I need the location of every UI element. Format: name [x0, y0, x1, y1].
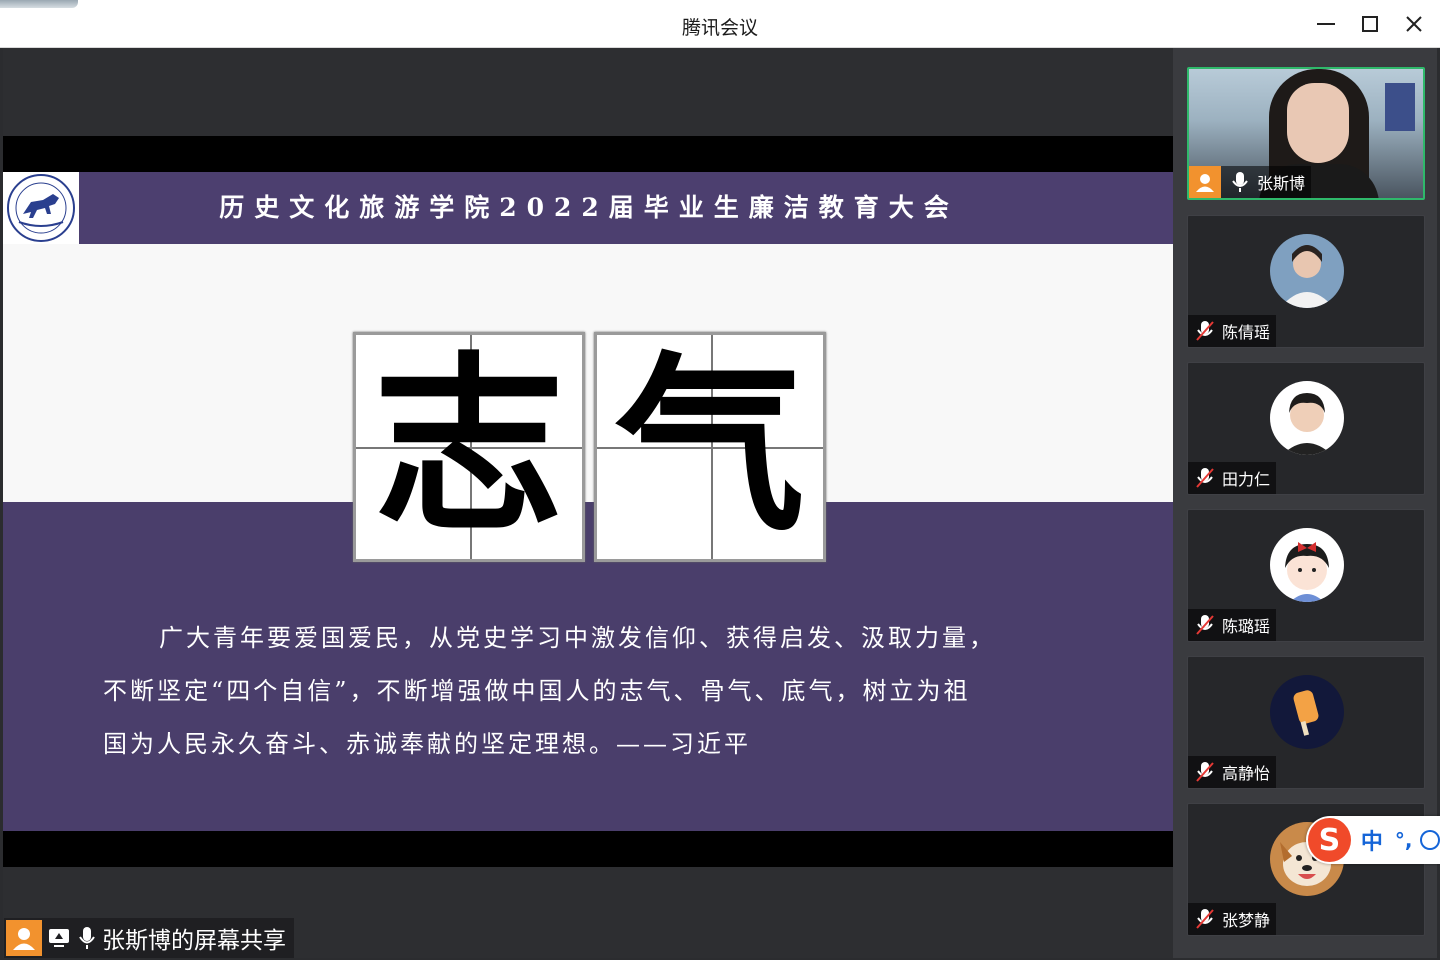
- participant-name-tag: 高静怡: [1188, 756, 1277, 788]
- presentation-slide: 历史文化旅游学院2022届毕业生廉洁教育大会 志 气 广大青年要爱国爱民，从党史…: [3, 136, 1173, 867]
- participant-name-tag: 张斯博: [1189, 166, 1312, 198]
- participant-name: 田力仁: [1222, 470, 1271, 489]
- microphone-muted-icon: [1194, 614, 1216, 636]
- participant-tile[interactable]: 高静怡: [1187, 656, 1425, 789]
- participant-name: 张斯博: [1257, 174, 1306, 193]
- shared-screen-area: 历史文化旅游学院2022届毕业生廉洁教育大会 志 气 广大青年要爱国爱民，从党史…: [3, 48, 1173, 958]
- quote-line: 不断坚定“四个自信”，不断增强做中国人的志气、骨气、底气，树立为祖: [103, 677, 971, 705]
- ime-language-toggle[interactable]: 中: [1361, 824, 1383, 856]
- participant-name-tag: 田力仁: [1188, 462, 1277, 494]
- university-logo: [3, 172, 79, 244]
- calligraphy-card-qi: 气: [594, 332, 826, 562]
- window-corner-decoration: [0, 0, 78, 8]
- participant-name: 张梦静: [1222, 911, 1271, 930]
- photo-avatar-icon: [1270, 381, 1344, 455]
- slide-banner: 历史文化旅游学院2022届毕业生廉洁教育大会: [3, 172, 1173, 244]
- maximize-button[interactable]: [1352, 10, 1388, 38]
- microphone-muted-icon: [1194, 908, 1216, 930]
- screen-share-label[interactable]: 张斯博的屏幕共享: [4, 918, 294, 958]
- microphone-icon: [1229, 171, 1251, 193]
- participant-name-tag: 陈璐瑶: [1188, 609, 1277, 641]
- participant-tile[interactable]: 田力仁: [1187, 362, 1425, 495]
- ime-punctuation-toggle[interactable]: °,: [1395, 828, 1413, 852]
- sogou-logo-icon[interactable]: S: [1308, 818, 1351, 862]
- popsicle-avatar-icon: [1270, 675, 1344, 749]
- participant-tile[interactable]: 陈倩瑶: [1187, 215, 1425, 348]
- close-icon: [1406, 16, 1422, 32]
- microphone-muted-icon: [1194, 761, 1216, 783]
- participant-name-tag: 张梦静: [1188, 903, 1277, 935]
- minimize-button[interactable]: [1308, 10, 1344, 38]
- screen-share-text: 张斯博的屏幕共享: [102, 928, 286, 954]
- participant-name-tag: 陈倩瑶: [1188, 315, 1277, 347]
- meeting-window: 腾讯会议 历史文化旅游学院2022届毕业生廉洁教育大会 志 气 广大青年要爱国爱…: [0, 0, 1440, 960]
- slide-banner-title: 历史文化旅游学院2022届毕业生廉洁教育大会: [219, 193, 959, 222]
- quote-line: 国为人民永久奋斗、赤诚奉献的坚定理想。——习近平: [103, 730, 751, 758]
- microphone-icon: [78, 926, 96, 950]
- participant-tile[interactable]: 陈璐瑶: [1187, 509, 1425, 642]
- title-bar: 腾讯会议: [0, 0, 1440, 48]
- close-button[interactable]: [1396, 10, 1432, 38]
- maximize-icon: [1362, 16, 1378, 32]
- participant-name: 高静怡: [1222, 764, 1271, 783]
- slide-quote: 广大青年要爱国爱民，从党史学习中激发信仰、获得启发、汲取力量， 不断坚定“四个自…: [103, 612, 1093, 771]
- calligraphy-character: 志: [373, 334, 564, 557]
- photo-avatar-icon: [1270, 234, 1344, 308]
- ime-toolbar[interactable]: S 中 °,: [1306, 816, 1440, 864]
- user-avatar-icon: [6, 920, 42, 956]
- participant-name: 陈璐瑶: [1222, 617, 1271, 636]
- cartoon-girl-avatar-icon: [1270, 528, 1344, 602]
- microphone-muted-icon: [1194, 467, 1216, 489]
- user-avatar-icon: [1189, 166, 1221, 198]
- participant-name: 陈倩瑶: [1222, 323, 1271, 342]
- emoji-icon[interactable]: [1420, 830, 1440, 850]
- slide-content: 历史文化旅游学院2022届毕业生廉洁教育大会 志 气 广大青年要爱国爱民，从党史…: [3, 172, 1173, 831]
- calligraphy-card-zhi: 志: [353, 332, 585, 562]
- participant-tile-active[interactable]: 张斯博: [1187, 67, 1425, 200]
- minimize-icon: [1317, 23, 1335, 25]
- microphone-muted-icon: [1194, 320, 1216, 342]
- horse-seal-icon: [7, 174, 75, 242]
- screen-share-icon: [48, 927, 72, 949]
- calligraphy-character: 气: [614, 334, 805, 557]
- window-title: 腾讯会议: [681, 17, 758, 39]
- quote-line: 广大青年要爱国爱民，从党史学习中激发信仰、获得启发、汲取力量，: [159, 624, 996, 652]
